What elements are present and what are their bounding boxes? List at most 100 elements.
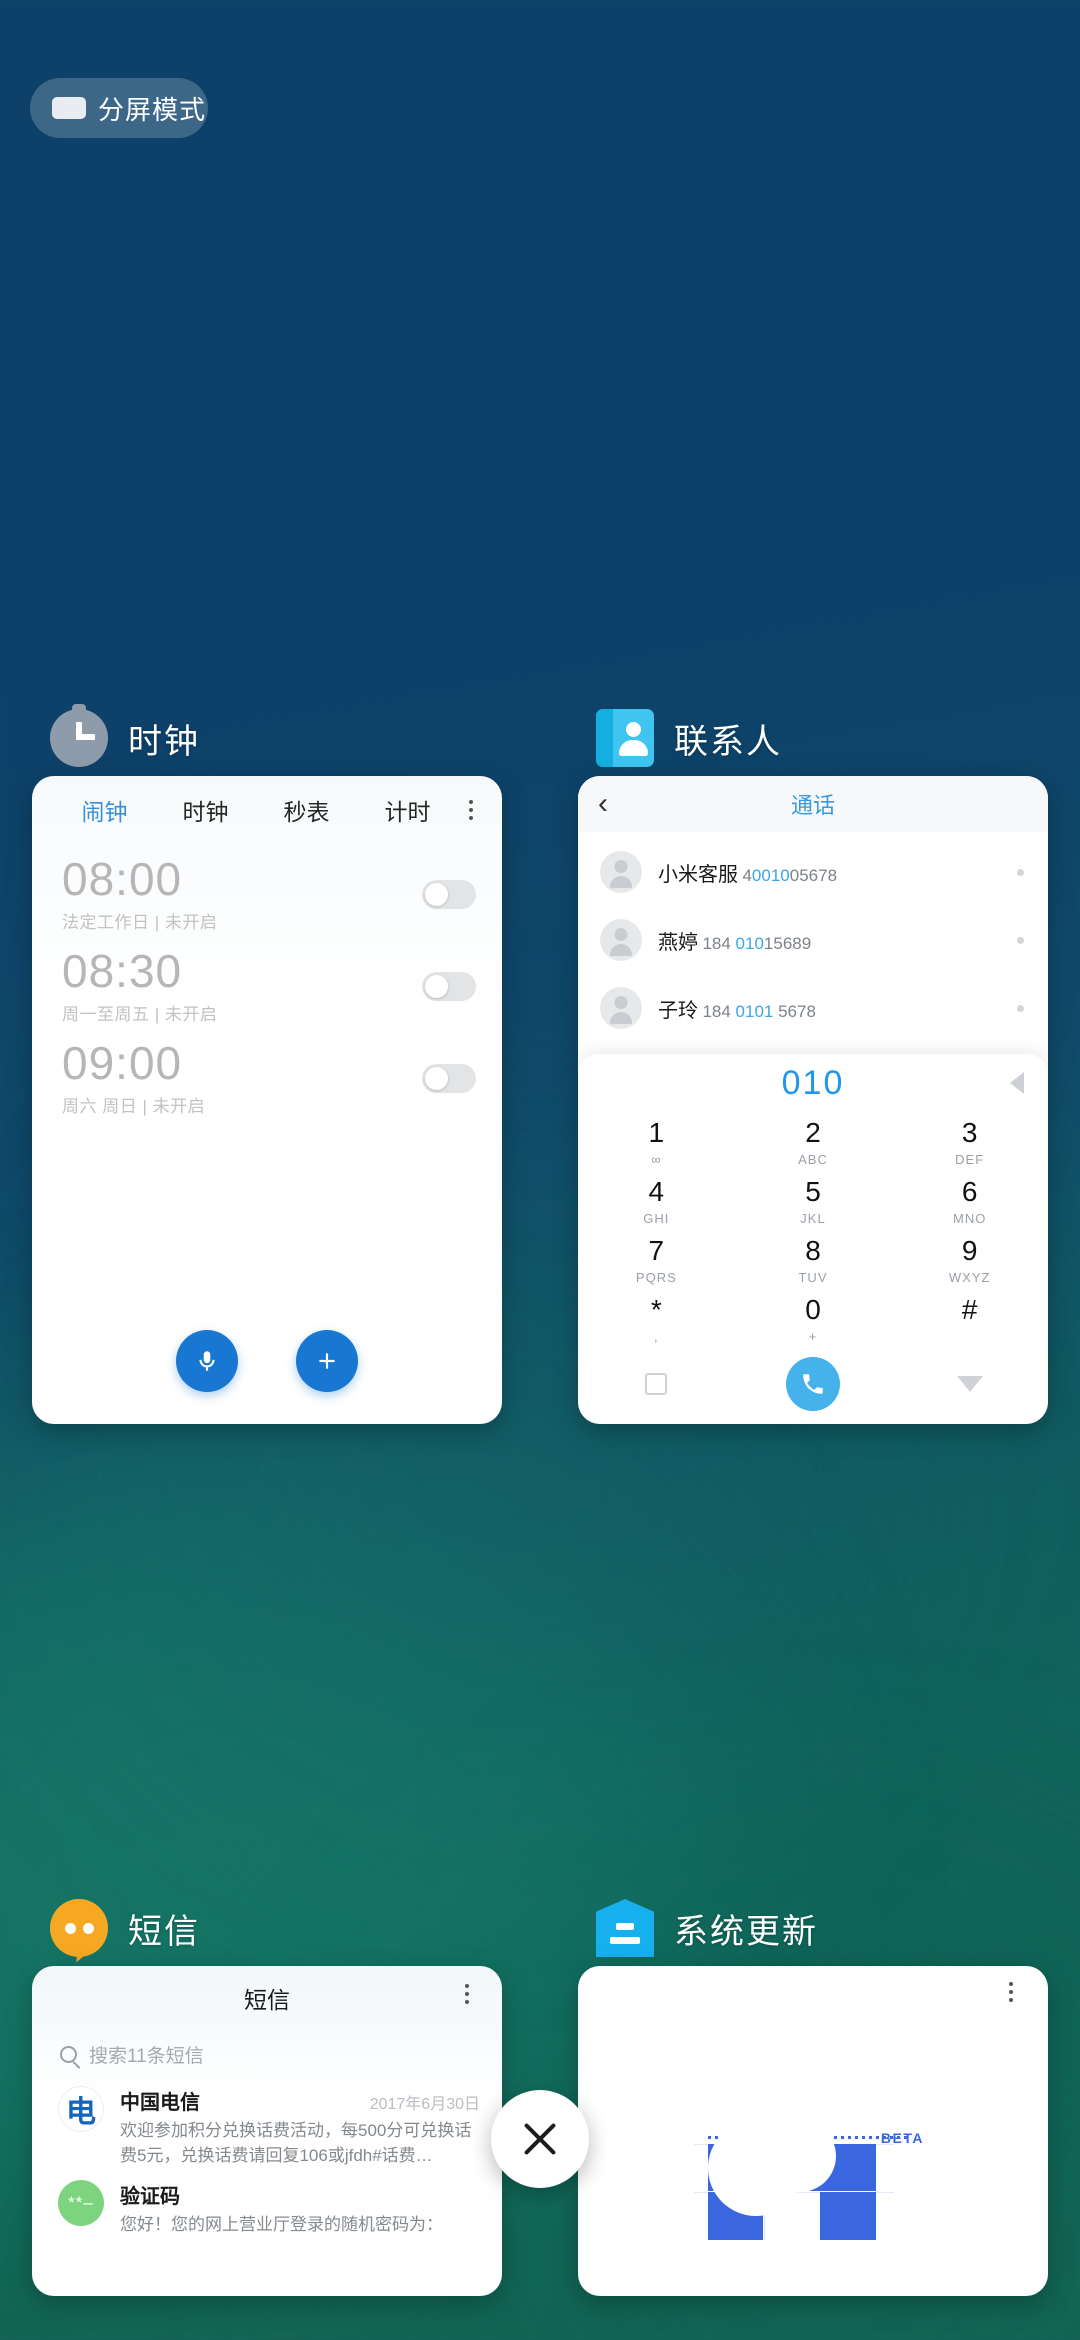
clock-app-label: 时钟 [128, 722, 200, 761]
clock-icon [50, 709, 108, 767]
search-icon [60, 2045, 77, 2063]
voicemail-icon: ∞ [651, 1151, 662, 1167]
contact-text: 小米客服 4001005678 [658, 858, 1001, 887]
contacts-app-header: 联系人 [578, 700, 1048, 776]
tab-timer[interactable]: 计时 [357, 793, 458, 827]
dialed-number: 010 [781, 1063, 845, 1102]
alarm-row[interactable]: 08:00 法定工作日 | 未开启 [32, 852, 502, 936]
contact-detail-icon[interactable] [1017, 1004, 1024, 1012]
sms-preview: 您好！您的网上营业厅登录的随机密码为： [120, 2215, 443, 2235]
alarm-row[interactable]: 08:30 周一至周五 | 未开启 [32, 944, 502, 1028]
alarm-text: 08:30 周一至周五 | 未开启 [62, 947, 217, 1025]
dial-key-4[interactable]: 4 GHI [578, 1171, 735, 1230]
clock-app-preview[interactable]: 闹钟 时钟 秒表 计时 08:00 法定工作日 | 未开启 08:30 周一至周… [32, 776, 502, 1424]
recent-app-system-update[interactable]: 系统更新 BETA [578, 1890, 1048, 2296]
recent-app-sms[interactable]: 短信 短信 搜索11条短信 电 中国电信 2017年6月30日 欢迎参加积分兑换… [32, 1890, 502, 2296]
updater-toolbar [578, 1966, 1048, 2024]
clock-app-header: 时钟 [32, 700, 502, 776]
dial-key-star[interactable]: *, [578, 1289, 735, 1348]
dial-key-5[interactable]: 5 JKL [735, 1171, 892, 1230]
alarm-subtitle: 法定工作日 | 未开启 [62, 913, 218, 933]
add-alarm-button[interactable] [296, 1330, 358, 1392]
contact-number: 184 0101 5678 [702, 1001, 816, 1021]
dial-key-0[interactable]: 0 + [735, 1289, 892, 1348]
recent-apps-grid: 时钟 闹钟 时钟 秒表 计时 08:00 法定工作日 | 未开启 08:30 周… [0, 0, 1080, 2340]
tab-clock[interactable]: 时钟 [155, 793, 256, 827]
alarm-toggle[interactable] [422, 879, 476, 909]
contact-row[interactable]: 子玲 184 0101 5678 [578, 974, 1048, 1042]
avatar [600, 987, 642, 1029]
recent-app-contacts[interactable]: 联系人 ‹ 通话 小米客服 4001005678 燕婷 184 01015689… [578, 700, 1048, 1424]
dialpad-keys: 1 ∞ 2 ABC 3 DEF 4 GHI 5 JKL 6 MNO 7 PQRS 8 TUV 9… [578, 1112, 1048, 1348]
close-all-button[interactable] [491, 2090, 589, 2188]
dial-key-1[interactable]: 1 ∞ [578, 1112, 735, 1171]
contact-name: 子玲 [658, 999, 698, 1022]
sms-thread-row[interactable]: 电 中国电信 2017年6月30日 欢迎参加积分兑换话费活动，每500分可兑换话… [32, 2074, 502, 2168]
sms-icon [50, 1899, 108, 1964]
contacts-title: 通话 [790, 793, 835, 818]
contact-number: 4001005678 [742, 865, 838, 885]
dialed-number-row: 010 [578, 1054, 1048, 1112]
alarm-subtitle: 周一至周五 | 未开启 [62, 1005, 218, 1025]
sms-date: 2017年6月30日 [369, 2096, 480, 2113]
call-button[interactable] [735, 1357, 892, 1411]
sms-search-bar[interactable]: 搜索11条短信 [32, 2030, 502, 2074]
alarm-text: 08:00 法定工作日 | 未开启 [62, 855, 217, 933]
system-update-icon [596, 1899, 654, 1957]
kebab-menu-icon[interactable] [454, 1984, 480, 2004]
alarm-toggle[interactable] [422, 1063, 476, 1093]
dialpad-bottom-bar [578, 1348, 1048, 1420]
keypad-hide-button[interactable] [578, 1373, 735, 1395]
contact-number: 184 01015689 [702, 933, 812, 953]
kebab-menu-icon[interactable] [998, 1982, 1024, 2002]
alarm-time: 09:00 [62, 1036, 183, 1089]
voice-alarm-button[interactable] [176, 1330, 238, 1392]
updater-app-header: 系统更新 [578, 1890, 1048, 1966]
clock-action-buttons [32, 1330, 502, 1392]
dial-key-2[interactable]: 2 ABC [735, 1112, 892, 1171]
sms-thread-body: 中国电信 2017年6月30日 欢迎参加积分兑换话费活动，每500分可兑换话费5… [120, 2086, 480, 2168]
updater-app-preview[interactable]: BETA [578, 1966, 1048, 2296]
contact-row[interactable]: 小米客服 4001005678 [578, 838, 1048, 906]
alarm-text: 09:00 周六 周日 | 未开启 [62, 1039, 205, 1117]
tab-stopwatch[interactable]: 秒表 [256, 793, 357, 827]
dial-key-hash[interactable]: # [891, 1289, 1048, 1348]
contact-name: 小米客服 [658, 863, 738, 886]
contacts-icon [596, 709, 654, 767]
sms-sender: 中国电信 [120, 2092, 200, 2114]
contact-row[interactable]: 燕婷 184 01015689 [578, 906, 1048, 974]
avatar [600, 919, 642, 961]
avatar [600, 851, 642, 893]
alarm-time: 08:00 [62, 852, 183, 905]
avatar: 电 [58, 2086, 104, 2132]
dial-key-3[interactable]: 3 DEF [891, 1112, 1048, 1171]
dial-key-6[interactable]: 6 MNO [891, 1171, 1048, 1230]
recent-app-clock[interactable]: 时钟 闹钟 时钟 秒表 计时 08:00 法定工作日 | 未开启 08:30 周… [32, 700, 502, 1424]
dropdown-button[interactable] [891, 1376, 1048, 1392]
sms-thread-row[interactable]: **– 验证码 您好！您的网上营业厅登录的随机密码为： [32, 2168, 502, 2238]
dial-key-8[interactable]: 8 TUV [735, 1230, 892, 1289]
alarm-row[interactable]: 09:00 周六 周日 | 未开启 [32, 1036, 502, 1120]
kebab-menu-icon[interactable] [458, 800, 484, 820]
sms-preview: 欢迎参加积分兑换话费活动，每500分可兑换话费5元，兑换话费请回复106或jfd… [120, 2121, 472, 2165]
tab-alarm[interactable]: 闹钟 [54, 793, 155, 827]
alarm-time: 08:30 [62, 944, 183, 997]
close-icon [520, 2119, 560, 2159]
dial-key-9[interactable]: 9 WXYZ [891, 1230, 1048, 1289]
dial-key-7[interactable]: 7 PQRS [578, 1230, 735, 1289]
avatar: **– [58, 2180, 104, 2227]
sms-app-preview[interactable]: 短信 搜索11条短信 电 中国电信 2017年6月30日 欢迎参加积分兑换话费活… [32, 1966, 502, 2296]
sms-app-label: 短信 [128, 1912, 200, 1951]
sms-thread-body: 验证码 您好！您的网上营业厅登录的随机密码为： [120, 2180, 480, 2238]
sms-search-placeholder: 搜索11条短信 [89, 2045, 204, 2067]
keypad-hide-icon [645, 1373, 668, 1395]
backspace-icon[interactable] [1010, 1072, 1024, 1094]
contact-detail-icon[interactable] [1017, 868, 1024, 876]
alarm-toggle[interactable] [422, 971, 476, 1001]
clock-tab-bar: 闹钟 时钟 秒表 计时 [32, 776, 502, 844]
contact-text: 子玲 184 0101 5678 [658, 994, 1001, 1023]
contact-detail-icon[interactable] [1017, 936, 1024, 944]
alarm-subtitle: 周六 周日 | 未开启 [62, 1097, 206, 1117]
plus-icon [319, 1353, 335, 1369]
contacts-app-preview[interactable]: ‹ 通话 小米客服 4001005678 燕婷 184 01015689 子玲 … [578, 776, 1048, 1424]
